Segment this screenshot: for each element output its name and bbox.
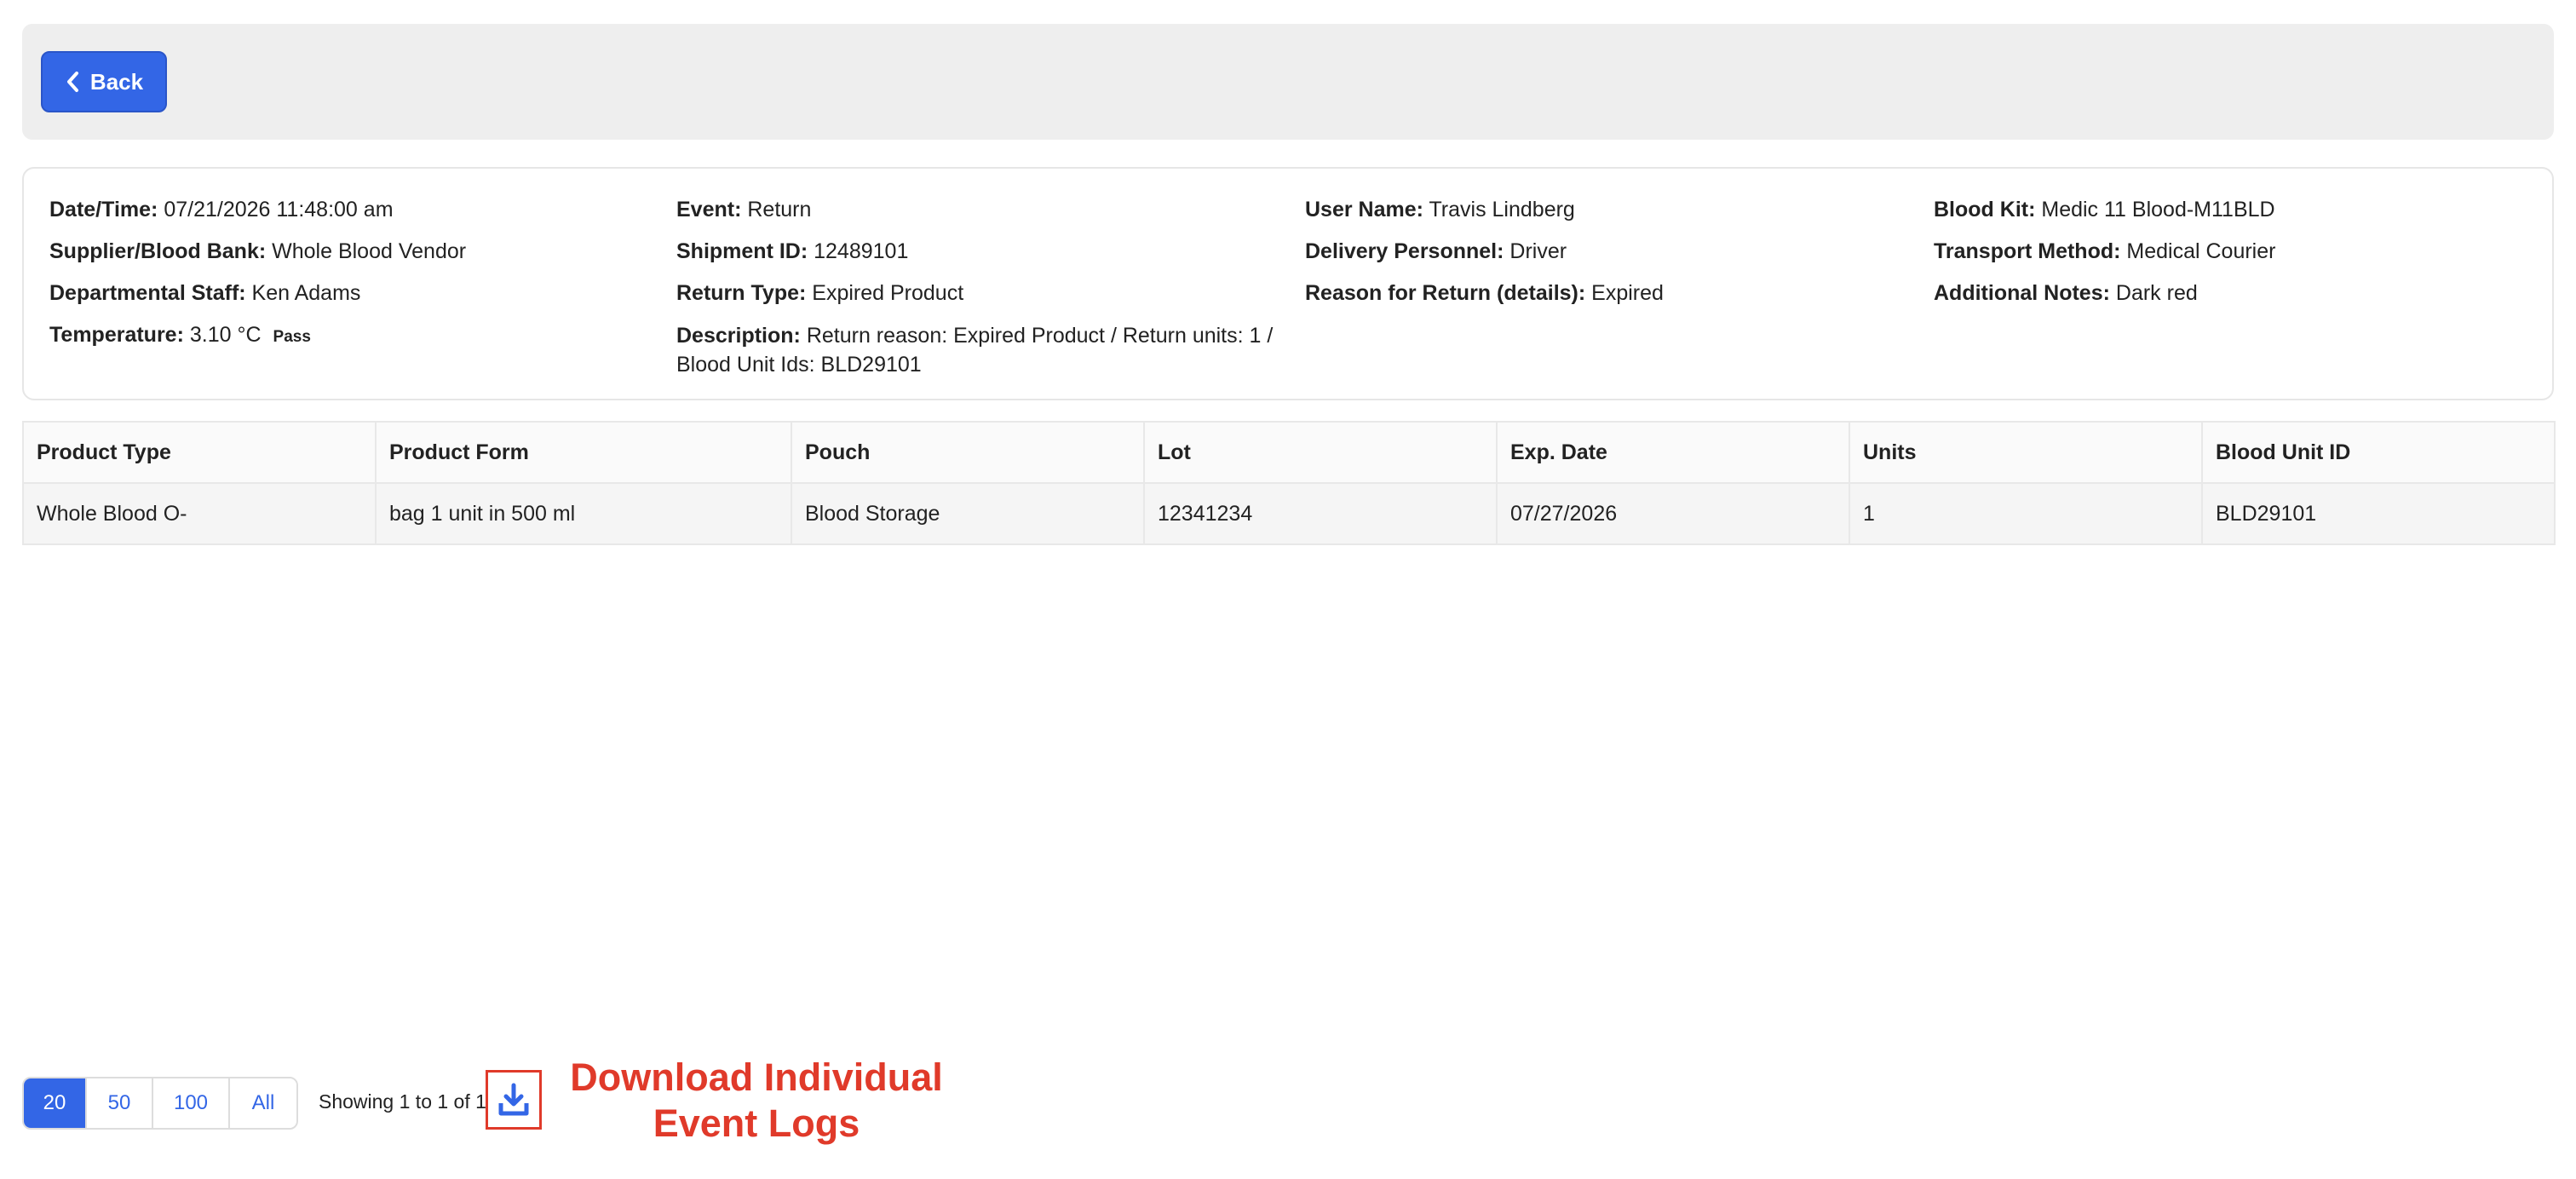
details-column-2: Event: Return Shipment ID: 12489101 Retu… bbox=[676, 196, 1290, 394]
chevron-left-icon bbox=[66, 72, 78, 92]
column-header-pouch[interactable]: Pouch bbox=[791, 421, 1145, 484]
cell-lot: 12341234 bbox=[1143, 482, 1498, 545]
column-header-lot[interactable]: Lot bbox=[1143, 421, 1498, 484]
event-details-card: Date/Time: 07/21/2026 11:48:00 am Suppli… bbox=[22, 167, 2554, 400]
cell-blood-unit-id: BLD29101 bbox=[2201, 482, 2556, 545]
details-column-3: User Name: Travis Lindberg Delivery Pers… bbox=[1305, 196, 1901, 321]
detail-transport-method: Transport Method: Medical Courier bbox=[1934, 239, 2276, 263]
detail-blood-kit: Blood Kit: Medic 11 Blood-M11BLD bbox=[1934, 198, 2275, 221]
details-column-1: Date/Time: 07/21/2026 11:48:00 am Suppli… bbox=[49, 196, 646, 365]
page-size-50-button[interactable]: 50 bbox=[87, 1078, 153, 1128]
page-size-all-button[interactable]: All bbox=[230, 1078, 296, 1128]
detail-event: Event: Return bbox=[676, 198, 812, 221]
pagination-summary: Showing 1 to 1 of 1 bbox=[319, 1090, 486, 1113]
detail-date-time: Date/Time: 07/21/2026 11:48:00 am bbox=[49, 198, 394, 221]
column-header-units[interactable]: Units bbox=[1849, 421, 2203, 484]
detail-description: Description: Return reason: Expired Prod… bbox=[676, 324, 1274, 377]
column-header-product-form[interactable]: Product Form bbox=[375, 421, 792, 484]
page-size-selector: 20 50 100 All bbox=[22, 1077, 298, 1130]
temperature-status-badge: Pass bbox=[273, 328, 311, 346]
column-header-exp-date[interactable]: Exp. Date bbox=[1496, 421, 1850, 484]
detail-delivery-personnel: Delivery Personnel: Driver bbox=[1305, 239, 1567, 263]
detail-departmental-staff: Departmental Staff: Ken Adams bbox=[49, 281, 361, 305]
column-header-product-type[interactable]: Product Type bbox=[22, 421, 377, 484]
cell-exp-date: 07/27/2026 bbox=[1496, 482, 1850, 545]
back-button[interactable]: Back bbox=[41, 51, 167, 112]
products-table-container: Product Type Product Form Pouch Lot Exp.… bbox=[22, 421, 2556, 545]
download-icon bbox=[498, 1083, 529, 1116]
top-bar: Back bbox=[22, 24, 2554, 140]
table-header-row: Product Type Product Form Pouch Lot Exp.… bbox=[22, 421, 2556, 484]
download-annotation: Download Individual Event Logs bbox=[570, 1055, 943, 1145]
detail-return-type: Return Type: Expired Product bbox=[676, 281, 964, 305]
cell-product-type: Whole Blood O- bbox=[22, 482, 377, 545]
detail-user-name: User Name: Travis Lindberg bbox=[1305, 198, 1575, 221]
column-header-blood-unit-id[interactable]: Blood Unit ID bbox=[2201, 421, 2556, 484]
detail-supplier: Supplier/Blood Bank: Whole Blood Vendor bbox=[49, 239, 467, 263]
cell-product-form: bag 1 unit in 500 ml bbox=[375, 482, 792, 545]
detail-additional-notes: Additional Notes: Dark red bbox=[1934, 281, 2198, 305]
details-column-4: Blood Kit: Medic 11 Blood-M11BLD Transpo… bbox=[1934, 196, 2530, 321]
page-size-100-button[interactable]: 100 bbox=[153, 1078, 230, 1128]
page-size-20-button[interactable]: 20 bbox=[24, 1078, 87, 1128]
cell-pouch: Blood Storage bbox=[791, 482, 1145, 545]
detail-reason-for-return: Reason for Return (details): Expired bbox=[1305, 281, 1664, 305]
cell-units: 1 bbox=[1849, 482, 2203, 545]
detail-shipment-id: Shipment ID: 12489101 bbox=[676, 239, 909, 263]
products-table: Product Type Product Form Pouch Lot Exp.… bbox=[22, 421, 2556, 545]
detail-temperature: Temperature: 3.10 °C Pass bbox=[49, 323, 311, 347]
table-row[interactable]: Whole Blood O- bag 1 unit in 500 ml Bloo… bbox=[22, 482, 2556, 545]
back-label: Back bbox=[89, 68, 144, 95]
download-event-log-button[interactable] bbox=[486, 1070, 542, 1130]
